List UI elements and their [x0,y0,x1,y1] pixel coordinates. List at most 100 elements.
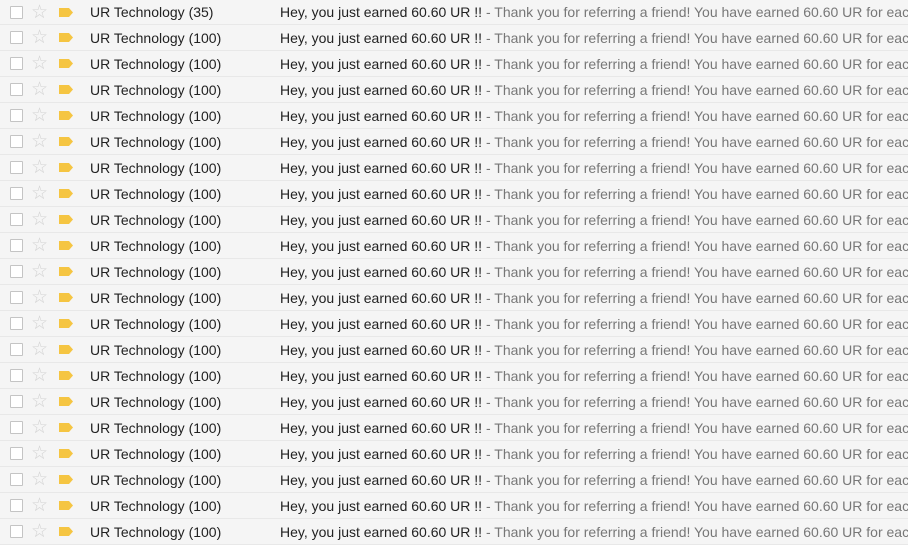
star-toggle[interactable]: ☆ [31,51,51,76]
row-select[interactable] [10,259,24,284]
star-toggle[interactable]: ☆ [31,363,51,388]
message-row[interactable]: ☆ UR Technology (100) Hey, you just earn… [0,493,908,519]
star-toggle[interactable]: ☆ [31,207,51,232]
star-outline-icon[interactable]: ☆ [31,522,48,541]
message-row[interactable]: ☆ UR Technology (100) Hey, you just earn… [0,467,908,493]
subject-cell[interactable]: Hey, you just earned 60.60 UR !! - Thank… [280,233,908,258]
row-select[interactable] [10,519,24,544]
star-outline-icon[interactable]: ☆ [31,496,48,515]
message-row[interactable]: ☆ UR Technology (100) Hey, you just earn… [0,337,908,363]
star-outline-icon[interactable]: ☆ [31,470,48,489]
row-select[interactable] [10,51,24,76]
subject-cell[interactable]: Hey, you just earned 60.60 UR !! - Thank… [280,25,908,50]
row-select[interactable] [10,181,24,206]
star-outline-icon[interactable]: ☆ [31,444,48,463]
star-toggle[interactable]: ☆ [31,467,51,492]
subject-cell[interactable]: Hey, you just earned 60.60 UR !! - Thank… [280,337,908,362]
checkbox-icon[interactable] [10,187,23,200]
subject-cell[interactable]: Hey, you just earned 60.60 UR !! - Thank… [280,181,908,206]
message-row[interactable]: ☆ UR Technology (100) Hey, you just earn… [0,389,908,415]
message-row[interactable]: ☆ UR Technology (100) Hey, you just earn… [0,77,908,103]
message-row[interactable]: ☆ UR Technology (35) Hey, you just earne… [0,0,908,25]
checkbox-icon[interactable] [10,447,23,460]
checkbox-icon[interactable] [10,525,23,538]
message-row[interactable]: ☆ UR Technology (100) Hey, you just earn… [0,233,908,259]
message-row[interactable]: ☆ UR Technology (100) Hey, you just earn… [0,519,908,545]
row-select[interactable] [10,441,24,466]
sender-cell[interactable]: UR Technology (100) [90,25,270,50]
star-toggle[interactable]: ☆ [31,25,51,50]
checkbox-icon[interactable] [10,265,23,278]
star-outline-icon[interactable]: ☆ [31,132,48,151]
star-outline-icon[interactable]: ☆ [31,158,48,177]
subject-cell[interactable]: Hey, you just earned 60.60 UR !! - Thank… [280,51,908,76]
message-row[interactable]: ☆ UR Technology (100) Hey, you just earn… [0,311,908,337]
sender-cell[interactable]: UR Technology (100) [90,77,270,102]
sender-cell[interactable]: UR Technology (100) [90,285,270,310]
message-row[interactable]: ☆ UR Technology (100) Hey, you just earn… [0,441,908,467]
checkbox-icon[interactable] [10,499,23,512]
star-outline-icon[interactable]: ☆ [31,54,48,73]
star-toggle[interactable]: ☆ [31,155,51,180]
message-row[interactable]: ☆ UR Technology (100) Hey, you just earn… [0,207,908,233]
checkbox-icon[interactable] [10,161,23,174]
star-toggle[interactable]: ☆ [31,129,51,154]
row-select[interactable] [10,0,24,24]
subject-cell[interactable]: Hey, you just earned 60.60 UR !! - Thank… [280,103,908,128]
subject-cell[interactable]: Hey, you just earned 60.60 UR !! - Thank… [280,77,908,102]
checkbox-icon[interactable] [10,83,23,96]
star-toggle[interactable]: ☆ [31,441,51,466]
row-select[interactable] [10,103,24,128]
checkbox-icon[interactable] [10,421,23,434]
message-row[interactable]: ☆ UR Technology (100) Hey, you just earn… [0,363,908,389]
checkbox-icon[interactable] [10,395,23,408]
sender-cell[interactable]: UR Technology (100) [90,207,270,232]
star-outline-icon[interactable]: ☆ [31,262,48,281]
sender-cell[interactable]: UR Technology (100) [90,441,270,466]
sender-cell[interactable]: UR Technology (35) [90,0,270,24]
checkbox-icon[interactable] [10,369,23,382]
sender-cell[interactable]: UR Technology (100) [90,467,270,492]
row-select[interactable] [10,285,24,310]
star-toggle[interactable]: ☆ [31,311,51,336]
row-select[interactable] [10,337,24,362]
star-outline-icon[interactable]: ☆ [31,210,48,229]
message-row[interactable]: ☆ UR Technology (100) Hey, you just earn… [0,129,908,155]
checkbox-icon[interactable] [10,213,23,226]
message-row[interactable]: ☆ UR Technology (100) Hey, you just earn… [0,285,908,311]
sender-cell[interactable]: UR Technology (100) [90,493,270,518]
subject-cell[interactable]: Hey, you just earned 60.60 UR !! - Thank… [280,441,908,466]
subject-cell[interactable]: Hey, you just earned 60.60 UR !! - Thank… [280,493,908,518]
checkbox-icon[interactable] [10,239,23,252]
star-outline-icon[interactable]: ☆ [31,340,48,359]
message-row[interactable]: ☆ UR Technology (100) Hey, you just earn… [0,259,908,285]
subject-cell[interactable]: Hey, you just earned 60.60 UR !! - Thank… [280,285,908,310]
message-row[interactable]: ☆ UR Technology (100) Hey, you just earn… [0,25,908,51]
star-toggle[interactable]: ☆ [31,103,51,128]
row-select[interactable] [10,389,24,414]
subject-cell[interactable]: Hey, you just earned 60.60 UR !! - Thank… [280,389,908,414]
subject-cell[interactable]: Hey, you just earned 60.60 UR !! - Thank… [280,415,908,440]
subject-cell[interactable]: Hey, you just earned 60.60 UR !! - Thank… [280,129,908,154]
checkbox-icon[interactable] [10,57,23,70]
star-toggle[interactable]: ☆ [31,493,51,518]
subject-cell[interactable]: Hey, you just earned 60.60 UR !! - Thank… [280,311,908,336]
subject-cell[interactable]: Hey, you just earned 60.60 UR !! - Thank… [280,155,908,180]
star-outline-icon[interactable]: ☆ [31,392,48,411]
star-outline-icon[interactable]: ☆ [31,80,48,99]
star-outline-icon[interactable]: ☆ [31,106,48,125]
star-toggle[interactable]: ☆ [31,337,51,362]
row-select[interactable] [10,467,24,492]
message-row[interactable]: ☆ UR Technology (100) Hey, you just earn… [0,181,908,207]
sender-cell[interactable]: UR Technology (100) [90,415,270,440]
checkbox-icon[interactable] [10,317,23,330]
star-outline-icon[interactable]: ☆ [31,236,48,255]
sender-cell[interactable]: UR Technology (100) [90,311,270,336]
row-select[interactable] [10,77,24,102]
star-toggle[interactable]: ☆ [31,285,51,310]
row-select[interactable] [10,363,24,388]
sender-cell[interactable]: UR Technology (100) [90,103,270,128]
row-select[interactable] [10,25,24,50]
sender-cell[interactable]: UR Technology (100) [90,389,270,414]
row-select[interactable] [10,493,24,518]
